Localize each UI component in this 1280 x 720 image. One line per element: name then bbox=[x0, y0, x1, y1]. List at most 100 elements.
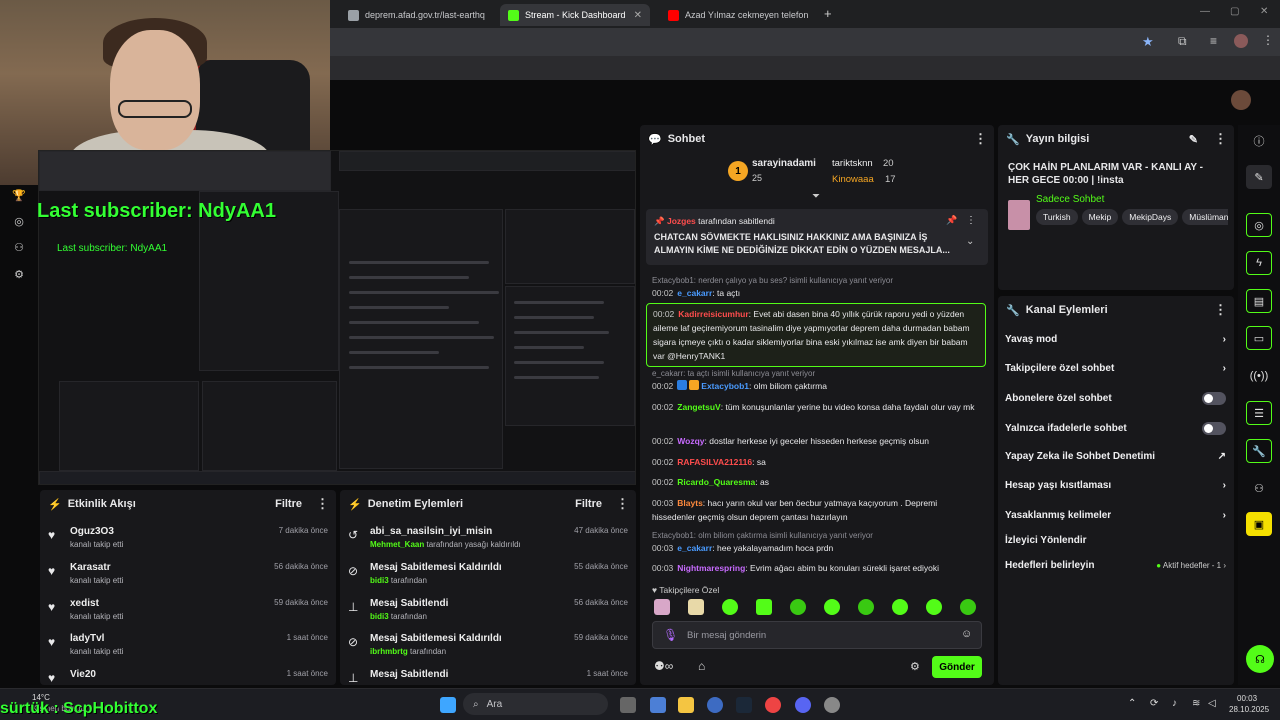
profile-avatar[interactable] bbox=[1234, 34, 1248, 48]
target-icon[interactable]: ◎ bbox=[1246, 213, 1272, 237]
users-icon[interactable]: ⚇ bbox=[1246, 476, 1272, 500]
chat-icon[interactable]: ▭ bbox=[1246, 326, 1272, 350]
tag[interactable]: Turkish bbox=[1036, 209, 1078, 225]
toggle-switch[interactable] bbox=[1202, 422, 1226, 435]
network-icon[interactable]: ⟳ bbox=[1150, 698, 1158, 709]
new-tab-button[interactable]: + bbox=[824, 6, 832, 21]
wifi-icon[interactable]: ≋ bbox=[1192, 698, 1200, 709]
action-account-age[interactable]: Hesap yaşı kısıtlaması › bbox=[1005, 480, 1226, 491]
list-item[interactable]: ♥ Vie20 1 saat önce bbox=[48, 669, 328, 685]
tag[interactable]: MekipDays bbox=[1122, 209, 1179, 225]
gift-icon[interactable]: ▣ bbox=[1246, 512, 1272, 536]
emote-icon[interactable] bbox=[688, 599, 704, 615]
edit-icon[interactable]: ✎ bbox=[1189, 133, 1198, 146]
more-icon[interactable]: ⋮ bbox=[1262, 33, 1274, 47]
store-icon[interactable]: ⌂ bbox=[698, 659, 705, 673]
chat-message[interactable]: 00:03 Blayts: hacı yarın okul var ben öec… bbox=[652, 496, 982, 524]
list-icon[interactable]: ☰ bbox=[1246, 401, 1272, 425]
user-avatar[interactable] bbox=[1231, 90, 1251, 110]
list-item[interactable]: ⊘ Mesaj Sabitlemesi Kaldırıldı bidi3 tara… bbox=[348, 562, 628, 596]
emote-icon[interactable] bbox=[926, 599, 942, 615]
obs-icon[interactable] bbox=[707, 697, 723, 713]
toggle-switch[interactable] bbox=[1202, 392, 1226, 405]
more-icon[interactable]: ⋮ bbox=[974, 131, 987, 147]
chat-message[interactable]: 00:02 Extacybob1: olm biliom çaktırma bbox=[652, 379, 982, 393]
gear-icon[interactable]: ⚙ bbox=[12, 268, 26, 282]
chat-message[interactable]: 00:02 Ricardo_Quaresma: as bbox=[652, 475, 982, 489]
pinned-message[interactable]: 📌 Jozges tarafından sabitlendi CHATCAN S… bbox=[646, 209, 988, 265]
emote-icon[interactable] bbox=[858, 599, 874, 615]
action-slow-mode[interactable]: Yavaş mod › bbox=[1005, 334, 1226, 345]
clock-date[interactable]: 28.10.2025 bbox=[1229, 705, 1269, 714]
action-ai-moderation[interactable]: Yapay Zeka ile Sohbet Denetimi ↗ bbox=[1005, 451, 1226, 462]
list-item[interactable]: ♥ xedist kanalı takip etti 59 dakika önce bbox=[48, 598, 328, 632]
list-item[interactable]: ♥ Oguz3O3 kanalı takip etti 7 dakika önce bbox=[48, 526, 328, 560]
close-icon[interactable]: ✕ bbox=[634, 10, 642, 21]
leader-name[interactable]: Kinowaaa bbox=[832, 174, 874, 185]
volume-icon[interactable]: ◁ bbox=[1208, 698, 1216, 709]
chat-input[interactable]: 🎙 Bir mesaj gönderin ☺ bbox=[652, 621, 982, 649]
emote-icon[interactable] bbox=[960, 599, 976, 615]
leader-name[interactable]: sarayinadami bbox=[752, 158, 816, 169]
discord-icon[interactable] bbox=[795, 697, 811, 713]
action-banned-words[interactable]: Yasaklanmış kelimeler › bbox=[1005, 510, 1226, 521]
more-icon[interactable]: ⋮ bbox=[966, 215, 976, 226]
task-view-icon[interactable] bbox=[620, 697, 636, 713]
chevron-down-icon[interactable]: ⌄ bbox=[966, 236, 974, 247]
maximize-button[interactable]: ▢ bbox=[1230, 6, 1239, 17]
highlighted-message[interactable]: 00:02 Kadirreisicumhur: Evet abi dasen bi… bbox=[646, 303, 986, 367]
list-item[interactable]: ⊘ Mesaj Sabitlemesi Kaldırıldı ibrhmbrtg … bbox=[348, 633, 628, 667]
unpin-icon[interactable]: 📌 bbox=[946, 215, 957, 226]
star-icon[interactable]: ★ bbox=[1142, 34, 1154, 50]
action-goals[interactable]: Hedefleri belirleyin ● Aktif hedefler - 1… bbox=[1005, 560, 1226, 571]
action-followers-only[interactable]: Takipçilere özel sohbet › bbox=[1005, 363, 1226, 374]
tag[interactable]: Müslüman bbox=[1182, 209, 1228, 225]
mic-icon[interactable]: 🎙 bbox=[663, 628, 678, 642]
list-item[interactable]: ⊥ Mesaj Sabitlendi 1 saat önce bbox=[348, 669, 628, 685]
browser-tab-kick[interactable]: Stream - Kick Dashboard ✕ bbox=[500, 4, 650, 26]
more-icon[interactable]: ⋮ bbox=[316, 496, 329, 512]
target-icon[interactable]: ◎ bbox=[12, 215, 26, 229]
leader-name[interactable]: tariktsknn bbox=[832, 158, 873, 169]
steam-icon[interactable] bbox=[736, 697, 752, 713]
emote-icon[interactable] bbox=[892, 599, 908, 615]
points-icon[interactable]: ⚉∞ bbox=[654, 659, 673, 673]
broadcast-icon[interactable]: ((•)) bbox=[1246, 364, 1272, 388]
chrome-icon[interactable] bbox=[765, 697, 781, 713]
help-icon[interactable]: ☊ bbox=[1246, 645, 1274, 673]
emoji-icon[interactable]: ☺ bbox=[961, 628, 972, 640]
folder-icon[interactable] bbox=[678, 697, 694, 713]
windows-start-icon[interactable] bbox=[440, 697, 456, 713]
emote-icon[interactable] bbox=[722, 599, 738, 615]
action-host[interactable]: İzleyici Yönlendir bbox=[1005, 535, 1226, 546]
chat-message[interactable]: 00:03 Nightmarespring: Evrim ağacı abim b… bbox=[652, 561, 982, 575]
widget-icon[interactable] bbox=[650, 697, 666, 713]
more-icon[interactable]: ⋮ bbox=[616, 496, 629, 512]
emote-icon[interactable] bbox=[756, 599, 772, 615]
action-subscribers-only[interactable]: Abonelere özel sohbet bbox=[1005, 392, 1226, 405]
extensions-icon[interactable]: ⧉ bbox=[1178, 34, 1187, 49]
edit-icon[interactable]: ✎ bbox=[1246, 165, 1272, 189]
filter-button[interactable]: Filtre bbox=[275, 498, 302, 510]
media-icon[interactable]: ≡ bbox=[1210, 34, 1217, 48]
chat-message[interactable]: 00:03 e_cakarr: hee yakalayamadım hoca pr… bbox=[652, 541, 982, 555]
taskbar-search[interactable]: ⌕ Ara bbox=[463, 693, 608, 715]
gear-icon[interactable]: ⚙ bbox=[910, 660, 920, 673]
chevron-down-icon[interactable]: ⏷ bbox=[812, 191, 820, 202]
chat-message[interactable]: 00:02 e_cakarr: ta açtı bbox=[652, 286, 982, 300]
tag[interactable]: Mekip bbox=[1081, 209, 1119, 225]
list-item[interactable]: ↺ abi_sa_nasilsin_iyi_misin Mehmet_Kaan t… bbox=[348, 526, 628, 560]
app-icon[interactable] bbox=[824, 697, 840, 713]
info-icon[interactable]: ⓘ bbox=[1246, 129, 1272, 153]
tray-chevron-icon[interactable]: ⌃ bbox=[1128, 698, 1136, 709]
wrench-icon[interactable]: 🔧 bbox=[1246, 439, 1272, 463]
clipboard-icon[interactable]: ▤ bbox=[1246, 289, 1272, 313]
trophy-icon[interactable]: 🏆 bbox=[12, 189, 26, 203]
more-icon[interactable]: ⋮ bbox=[1214, 131, 1227, 147]
list-item[interactable]: ♥ ladyTvl kanalı takip etti 1 saat önce bbox=[48, 633, 328, 667]
emote-icon[interactable] bbox=[654, 599, 670, 615]
chat-message[interactable]: 00:02 RAFASILVA212116: sa bbox=[652, 455, 982, 469]
users-icon[interactable]: ⚇ bbox=[12, 241, 26, 255]
send-button[interactable]: Gönder bbox=[932, 656, 982, 678]
mic-icon[interactable]: ♪ bbox=[1172, 698, 1177, 709]
